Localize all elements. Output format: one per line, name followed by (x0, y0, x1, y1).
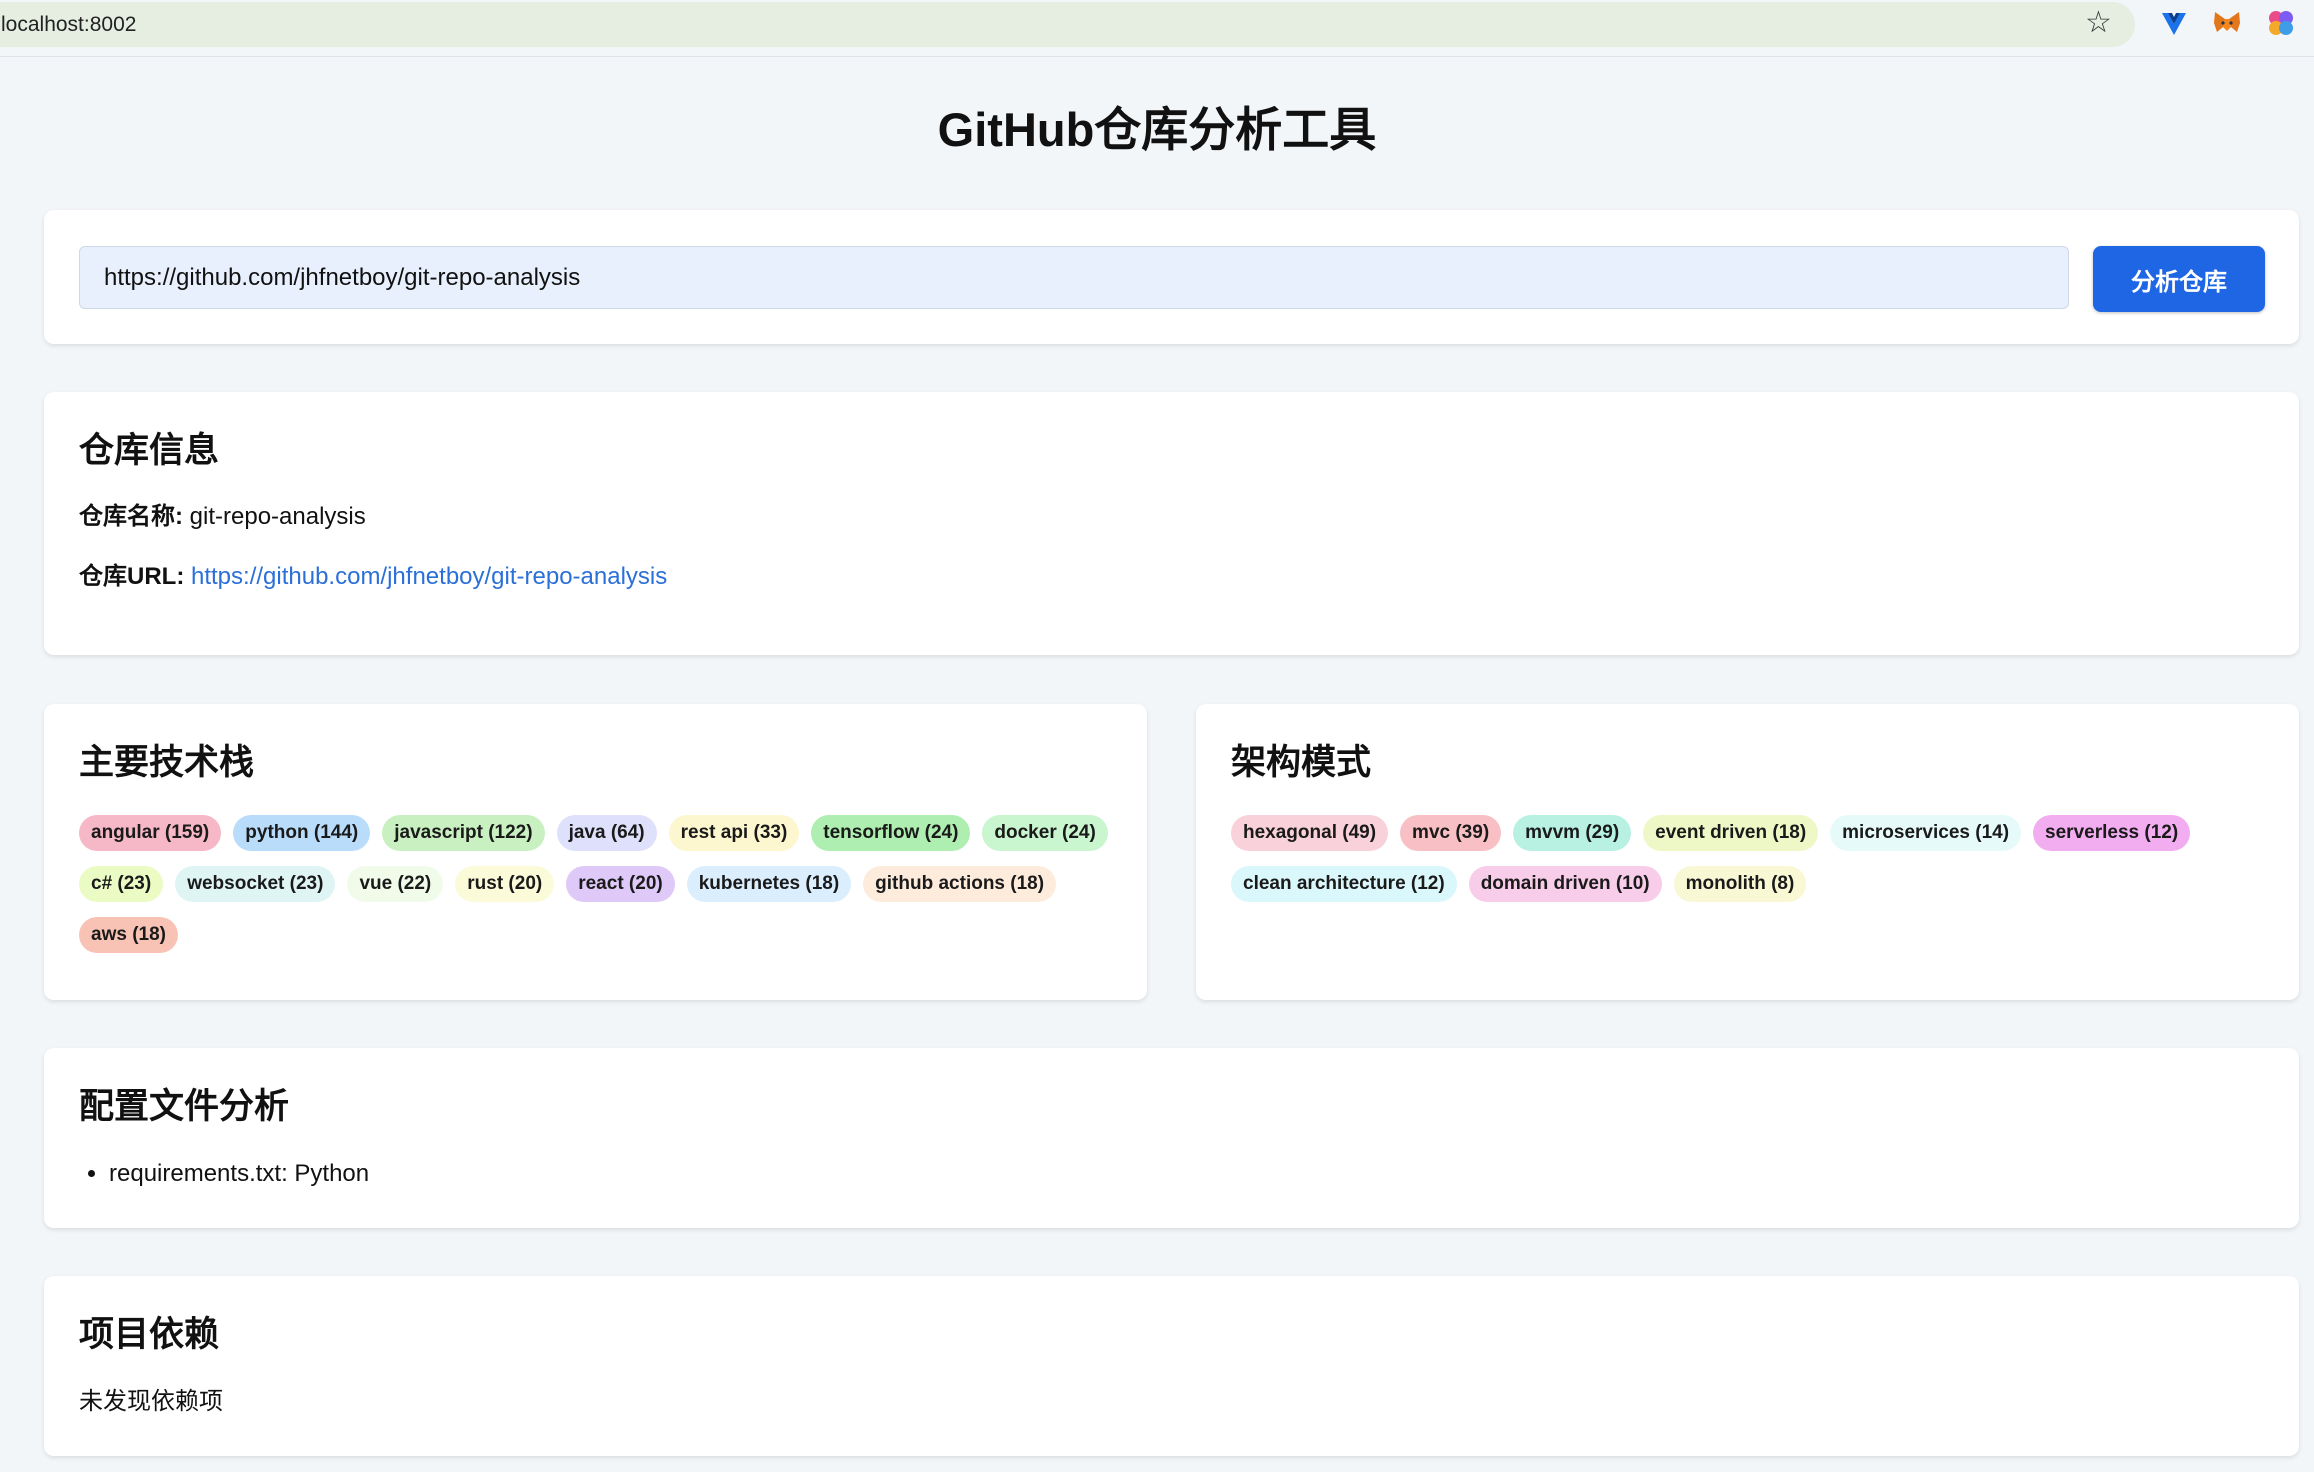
tech-stack-tag: c# (23) (79, 866, 164, 902)
tech-stack-tag: rust (20) (455, 866, 555, 902)
architecture-tags: hexagonal (49) mvc (39) mvvm (29) event dri… (1231, 815, 2269, 902)
analyze-repo-button[interactable]: 分析仓库 (2093, 246, 2265, 312)
tech-stack-tags: angular (159) python (144) javascript (122… (79, 815, 1117, 953)
address-bar[interactable]: localhost:8002 (0, 2, 2135, 47)
vue-devtools-icon[interactable] (2159, 8, 2189, 38)
architecture-tag: monolith (8) (1673, 866, 1807, 902)
bookmark-star-icon[interactable]: ☆ (2085, 6, 2112, 40)
tech-stack-tag: angular (159) (79, 815, 222, 851)
dependencies-card: 项目依赖 未发现依赖项 (44, 1276, 2299, 1456)
architecture-tag: microservices (14) (1830, 815, 2022, 851)
architecture-tag: event driven (18) (1643, 815, 1819, 851)
metamask-icon[interactable] (2212, 8, 2242, 38)
repo-name-label: 仓库名称: (79, 503, 183, 530)
architecture-tag: mvvm (29) (1513, 815, 1632, 851)
config-heading: 配置文件分析 (79, 1087, 290, 1126)
repo-info-heading: 仓库信息 (79, 431, 220, 470)
tech-stack-tag: github actions (18) (863, 866, 1057, 902)
tech-stack-tag: vue (22) (347, 866, 444, 902)
search-card: 分析仓库 (44, 210, 2299, 344)
page-title: GitHub仓库分析工具 (937, 103, 1377, 156)
repo-url-label: 仓库URL: (79, 563, 185, 590)
tech-stack-tag: python (144) (233, 815, 371, 851)
tech-stack-tag: kubernetes (18) (686, 866, 852, 902)
tech-stack-tag: javascript (122) (382, 815, 545, 851)
architecture-tag: clean architecture (12) (1231, 866, 1457, 902)
url-text[interactable]: localhost:8002 (1, 13, 136, 37)
architecture-card: 架构模式 hexagonal (49) mvc (39) mvvm (29) even… (1196, 704, 2299, 1000)
tech-stack-tag: react (20) (566, 866, 675, 902)
tech-stack-tag: websocket (23) (175, 866, 336, 902)
browser-toolbar: localhost:8002 ☆ (0, 0, 2314, 57)
tech-stack-tag: rest api (33) (668, 815, 800, 851)
repo-url-link[interactable]: https://github.com/jhfnetboy/git-repo-an… (191, 563, 667, 590)
config-list-item: requirements.txt: Python (109, 1159, 369, 1189)
architecture-tag: hexagonal (49) (1231, 815, 1389, 851)
extension-icon[interactable] (2266, 8, 2296, 38)
tech-stack-tag: aws (18) (79, 917, 178, 953)
repo-url-input[interactable] (79, 246, 2069, 309)
architecture-tag: domain driven (10) (1468, 866, 1662, 902)
repo-url-row: 仓库URL: https://github.com/jhfnetboy/git-… (79, 562, 667, 592)
architecture-tag: mvc (39) (1400, 815, 1502, 851)
tech-stack-tag: docker (24) (982, 815, 1108, 851)
tech-stack-card: 主要技术栈 angular (159) python (144) javascrip… (44, 704, 1147, 1000)
repo-name-row: 仓库名称: git-repo-analysis (79, 502, 366, 532)
config-card: 配置文件分析 requirements.txt: Python (44, 1048, 2299, 1228)
config-list: requirements.txt: Python (79, 1159, 369, 1189)
dependencies-heading: 项目依赖 (79, 1315, 220, 1354)
tech-stack-heading: 主要技术栈 (79, 743, 255, 782)
tech-stack-tag: java (64) (556, 815, 657, 851)
tech-stack-tag: tensorflow (24) (811, 815, 971, 851)
architecture-tag: serverless (12) (2033, 815, 2191, 851)
architecture-heading: 架构模式 (1231, 743, 1372, 782)
repo-info-card: 仓库信息 仓库名称: git-repo-analysis 仓库URL: http… (44, 392, 2299, 655)
no-dependencies-text: 未发现依赖项 (79, 1388, 223, 1415)
repo-name-value: git-repo-analysis (189, 503, 366, 530)
